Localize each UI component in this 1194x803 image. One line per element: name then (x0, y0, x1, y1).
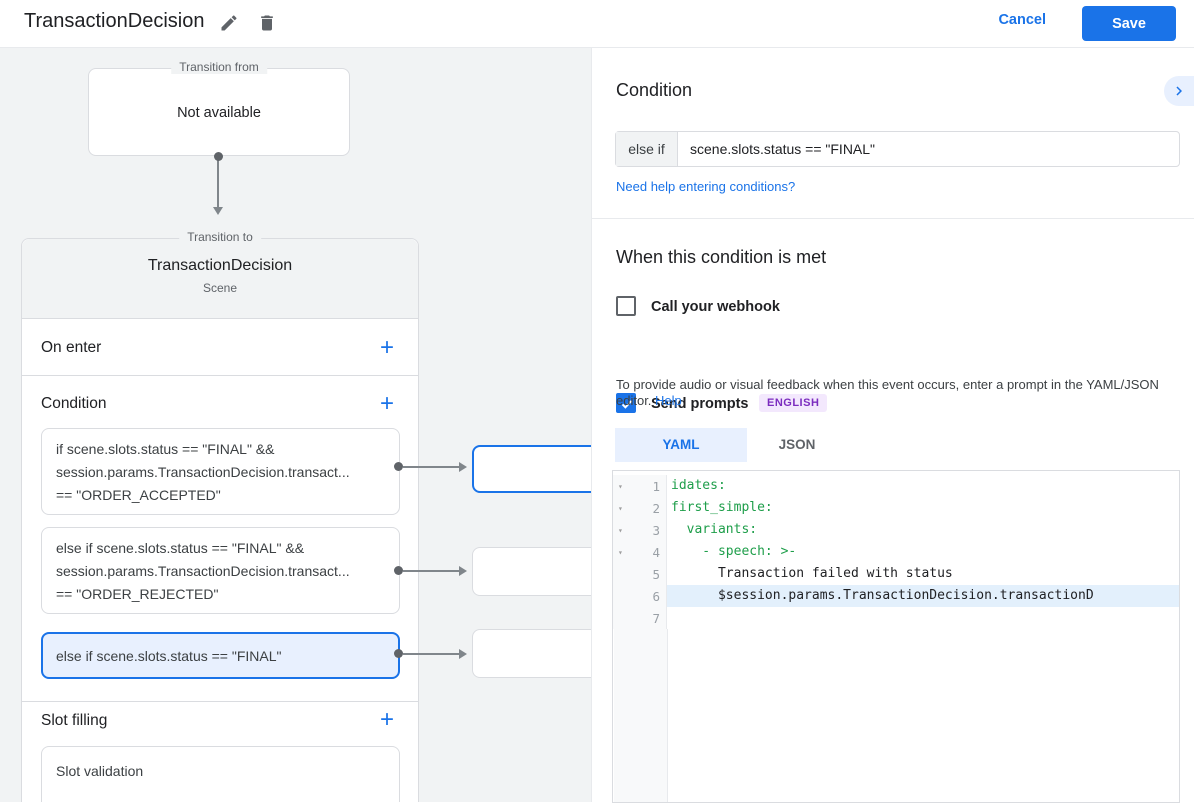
code-line: ▾ 3 variants: (613, 519, 1179, 541)
connector-line (403, 466, 459, 468)
line-number: 2 (652, 500, 660, 516)
code-line-highlighted: 6 $session.params.TransactionDecision.tr… (613, 585, 1179, 607)
code-text[interactable]: variants: (667, 519, 1179, 541)
page-title: TransactionDecision (24, 10, 205, 32)
line-number: 1 (652, 478, 660, 494)
slot-validation-label: Slot validation (56, 763, 144, 779)
condition-input-row: else if (615, 131, 1180, 167)
top-bar: TransactionDecision Cancel Save (0, 0, 1194, 48)
edit-title-button[interactable] (216, 11, 242, 37)
condition-expression-input[interactable] (678, 132, 1179, 166)
condition-line: else if scene.slots.status == "FINAL" (56, 648, 282, 664)
fold-icon[interactable]: ▾ (613, 482, 629, 491)
condition-editor-panel: Condition else if Need help entering con… (591, 48, 1194, 803)
call-webhook-checkbox[interactable] (616, 296, 636, 316)
slot-filling-label: Slot filling (41, 712, 108, 729)
code-line: ▾ 1 idates: (613, 475, 1179, 497)
fold-icon[interactable]: ▾ (613, 526, 629, 535)
arrow-right-icon (459, 566, 467, 576)
save-button[interactable]: Save (1082, 6, 1176, 41)
when-condition-heading: When this condition is met (616, 247, 827, 267)
scene-header: TransactionDecision Scene (22, 239, 418, 319)
arrow-right-icon (459, 649, 467, 659)
scene-title: TransactionDecision (147, 257, 293, 274)
arrow-down-icon (213, 207, 223, 215)
condition-card-1[interactable]: if scene.slots.status == "FINAL" && sess… (41, 428, 400, 515)
fold-icon[interactable]: ▾ (613, 548, 629, 557)
line-number: 7 (652, 610, 660, 626)
line-number: 6 (652, 588, 660, 604)
code-line: 5 Transaction failed with status (613, 563, 1179, 585)
tab-yaml[interactable]: YAML (615, 428, 747, 462)
gutter (614, 629, 668, 802)
code-text[interactable]: $session.params.TransactionDecision.tran… (667, 585, 1179, 607)
code-text[interactable]: - speech: >- (667, 541, 1179, 563)
trash-icon (257, 15, 277, 36)
transition-from-value: Not available (177, 105, 261, 121)
connector-dot (394, 566, 403, 575)
connector-dot (214, 152, 223, 161)
condition-prefix-label: else if (616, 132, 678, 166)
condition-line: if scene.slots.status == "FINAL" && (56, 441, 275, 457)
transition-from-box: Transition from Not available (88, 60, 350, 156)
tab-json[interactable]: JSON (747, 428, 847, 462)
condition-card-3-selected[interactable]: else if scene.slots.status == "FINAL" (41, 632, 400, 679)
handler-box-1-selected[interactable] (472, 445, 591, 493)
line-number: 3 (652, 522, 660, 538)
arrow-right-icon (459, 462, 467, 472)
code-text[interactable]: idates: (667, 475, 1179, 497)
connector-line (403, 653, 459, 655)
divider (592, 218, 1194, 219)
connector-line (403, 570, 459, 572)
condition-section-label: Condition (41, 395, 107, 412)
call-webhook-label[interactable]: Call your webhook (651, 299, 780, 315)
slot-validation-card[interactable]: Slot validation (41, 746, 400, 802)
condition-line: == "ORDER_ACCEPTED" (56, 487, 221, 503)
transition-from-legend: Transition from (171, 60, 267, 74)
divider (22, 701, 418, 702)
connector-line (217, 160, 219, 208)
code-line: ▾ 4 - speech: >- (613, 541, 1179, 563)
yaml-code-editor[interactable]: ▾ 1 idates: ▾ 2 first_simple: ▾ 3 variants:… (612, 470, 1180, 803)
code-text[interactable]: first_simple: (667, 497, 1179, 519)
fold-icon[interactable]: ▾ (613, 504, 629, 513)
line-number: 5 (652, 566, 660, 582)
description-text: To provide audio or visual feedback when… (616, 377, 1159, 408)
transition-to-card: Transition to TransactionDecision Scene … (21, 230, 419, 802)
scene-subtitle: Scene (202, 281, 238, 295)
connector-dot (394, 649, 403, 658)
flow-diagram: Transition from Not available Transition… (0, 48, 591, 802)
handler-box-3[interactable] (472, 629, 591, 678)
editor-tabs: YAML JSON (615, 428, 847, 462)
code-line: ▾ 2 first_simple: (613, 497, 1179, 519)
code-line: 7 (613, 607, 1179, 629)
transition-to-legend: Transition to (179, 230, 261, 244)
help-link[interactable]: Help (655, 393, 682, 408)
add-condition-button[interactable]: + (374, 391, 400, 417)
condition-line: == "ORDER_REJECTED" (56, 586, 219, 602)
delete-scene-button[interactable] (254, 11, 280, 37)
line-number: 4 (652, 544, 660, 560)
panel-title: Condition (616, 80, 693, 100)
code-text[interactable] (667, 607, 1179, 629)
condition-line: session.params.TransactionDecision.trans… (56, 464, 350, 480)
add-on-enter-button[interactable]: + (374, 335, 400, 361)
conditions-help-link[interactable]: Need help entering conditions? (616, 179, 795, 194)
condition-line: else if scene.slots.status == "FINAL" && (56, 540, 305, 556)
collapse-panel-button[interactable] (1164, 76, 1194, 106)
chevron-right-icon (1170, 86, 1188, 103)
on-enter-label: On enter (41, 339, 102, 356)
add-slot-button[interactable]: + (374, 707, 400, 733)
divider (22, 375, 418, 376)
condition-card-2[interactable]: else if scene.slots.status == "FINAL" &&… (41, 527, 400, 614)
prompt-description: To provide audio or visual feedback when… (616, 377, 1171, 409)
code-text[interactable]: Transaction failed with status (667, 563, 1179, 585)
cancel-button[interactable]: Cancel (998, 12, 1046, 28)
condition-line: session.params.TransactionDecision.trans… (56, 563, 350, 579)
handler-box-2[interactable] (472, 547, 591, 596)
connector-dot (394, 462, 403, 471)
pencil-icon (219, 14, 239, 36)
